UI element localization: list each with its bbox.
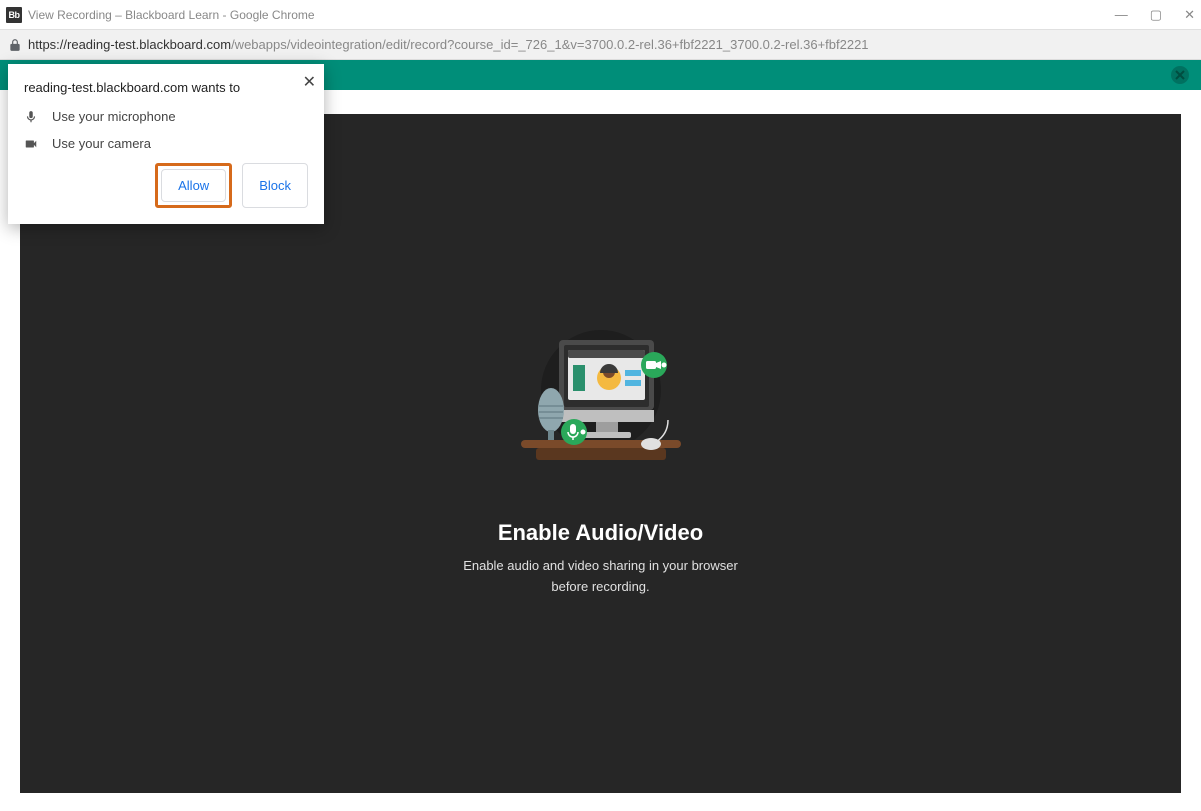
url-text: https://reading-test.blackboard.com/weba…	[28, 37, 869, 52]
window-title: View Recording – Blackboard Learn - Goog…	[28, 8, 1115, 22]
camera-icon	[24, 137, 40, 151]
address-bar[interactable]: https://reading-test.blackboard.com/weba…	[0, 30, 1201, 60]
enable-av-heading: Enable Audio/Video	[463, 520, 738, 546]
permission-close-icon[interactable]: ✕	[303, 72, 316, 92]
permission-camera-label: Use your camera	[52, 136, 151, 151]
window-maximize-button[interactable]: ▢	[1150, 7, 1162, 23]
permission-title: reading-test.blackboard.com wants to	[24, 80, 308, 95]
enable-av-illustration	[501, 310, 701, 490]
banner-close-icon[interactable]	[1171, 66, 1189, 84]
window-titlebar: Bb View Recording – Blackboard Learn - G…	[0, 0, 1201, 30]
window-close-button[interactable]: ✕	[1184, 7, 1195, 23]
permission-allow-button[interactable]: Allow	[161, 169, 226, 202]
microphone-icon	[24, 110, 40, 124]
permission-popover: ✕ reading-test.blackboard.com wants to U…	[8, 64, 324, 224]
allow-button-highlight: Allow	[155, 163, 232, 208]
enable-av-line1: Enable audio and video sharing in your b…	[463, 558, 738, 573]
window-minimize-button[interactable]: —	[1115, 7, 1128, 23]
favicon: Bb	[6, 7, 22, 23]
permission-microphone-label: Use your microphone	[52, 109, 176, 124]
permission-block-button[interactable]: Block	[242, 163, 308, 208]
lock-icon[interactable]	[8, 38, 28, 52]
enable-av-line2: before recording.	[551, 579, 649, 594]
